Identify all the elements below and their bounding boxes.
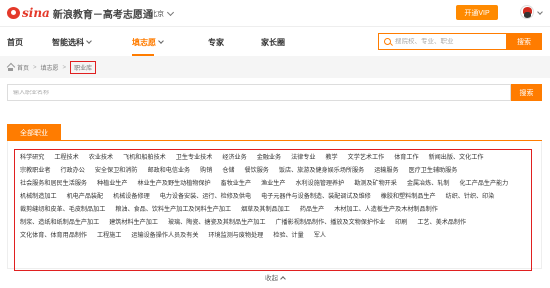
breadcrumb-bar: 首页 > 填志愿 > 职业库 — [0, 56, 550, 78]
job-category-item[interactable]: 渔业生产 — [261, 177, 285, 190]
job-category-item[interactable]: 种植业生产 — [97, 177, 127, 190]
top-bar: sina 新浪教育－高考志愿通 北京 开通VIP — [0, 0, 550, 26]
avatar[interactable] — [520, 5, 534, 19]
job-category-item[interactable]: 机械设备修理 — [113, 190, 150, 203]
logo-title: 新浪教育－高考志愿通 — [52, 9, 153, 21]
collapse-toggle[interactable]: 收起 — [0, 272, 550, 282]
job-category-item[interactable]: 邮政和电信业务 — [148, 164, 191, 177]
job-category-item[interactable]: 电力设备安装、运行、检修及供电 — [160, 190, 251, 203]
job-search-box — [7, 84, 511, 101]
jobs-list: 科学研究 工程技术 农业技术 飞机和船舶技术 卫生专业技术 经济业务 金融业务 法律专业 教学文… — [20, 151, 528, 242]
job-category-item[interactable]: 餐饮服务 — [245, 164, 269, 177]
job-category-item[interactable]: 医疗卫生辅助服务 — [409, 164, 458, 177]
job-category-item[interactable]: 药品生产 — [300, 203, 324, 216]
job-category-item[interactable]: 水利设施管理养护 — [295, 177, 344, 190]
job-category-item[interactable]: 运输服务 — [374, 164, 398, 177]
job-category-item[interactable]: 购销 — [200, 164, 212, 177]
job-category-item[interactable]: 文学艺术工作 — [348, 151, 385, 164]
chevron-down-icon[interactable] — [537, 9, 543, 15]
global-search-button[interactable]: 搜索 — [506, 33, 542, 50]
breadcrumb-volunteer[interactable]: 填志愿 — [41, 63, 59, 72]
nav-volunteer-label: 填志愿 — [132, 38, 156, 47]
chevron-down-icon — [166, 8, 175, 17]
job-category-item[interactable]: 工程施工 — [97, 229, 121, 242]
breadcrumb-home[interactable]: 首页 — [17, 63, 29, 72]
job-category-item[interactable]: 行政办公 — [60, 164, 84, 177]
nav-volunteer[interactable]: 填志愿 — [132, 37, 164, 48]
nav-subject-select-label: 智能选科 — [52, 38, 84, 47]
job-category-item[interactable]: 飞机和船舶技术 — [123, 151, 166, 164]
global-search — [378, 33, 506, 50]
global-search-input[interactable] — [395, 38, 500, 45]
job-category-item[interactable]: 农业技术 — [89, 151, 113, 164]
nav-experts[interactable]: 专家 — [208, 37, 224, 48]
job-category-item[interactable]: 安全保卫和消防 — [95, 164, 138, 177]
city-selector[interactable]: 北京 — [150, 8, 175, 19]
job-category-item[interactable]: 金融业务 — [257, 151, 281, 164]
tab-all-jobs[interactable]: 全部职业 — [7, 124, 61, 141]
city-label: 北京 — [150, 11, 164, 18]
job-category-item[interactable]: 玻璃、陶瓷、搪瓷及其制品生产加工 — [168, 216, 266, 229]
job-category-item[interactable]: 工程技术 — [54, 151, 78, 164]
nav-parents[interactable]: 家长圈 — [261, 37, 285, 48]
job-category-item[interactable]: 机械制造加工 — [20, 190, 57, 203]
job-category-item[interactable]: 金属冶炼、轧制 — [407, 177, 450, 190]
job-category-item[interactable]: 制浆、造纸和纸制品生产加工 — [20, 216, 99, 229]
job-category-item[interactable]: 建筑材料生产加工 — [109, 216, 158, 229]
chevron-up-icon — [280, 276, 286, 282]
job-category-item[interactable]: 卫生专业技术 — [176, 151, 213, 164]
vip-button[interactable]: 开通VIP — [456, 5, 498, 20]
chevron-down-icon — [86, 38, 92, 44]
job-category-item[interactable]: 电子元器件与设备制造、装配调试及维修 — [261, 190, 371, 203]
job-category-item[interactable]: 体育工作 — [394, 151, 418, 164]
job-category-item[interactable]: 仓储 — [222, 164, 234, 177]
job-category-item[interactable]: 工艺、美术品制作 — [417, 216, 466, 229]
job-category-item[interactable]: 社会服务和居民生活服务 — [20, 177, 87, 190]
job-category-item[interactable]: 文化体育、体育用品制作 — [20, 229, 87, 242]
job-category-item[interactable]: 机电产品装配 — [67, 190, 104, 203]
job-category-item[interactable]: 运输设备操作人员及有关 — [131, 229, 198, 242]
job-category-item[interactable]: 粮油、食品、饮料生产加工及饲料生产加工 — [115, 203, 231, 216]
job-category-item[interactable]: 纺织、针织、印染 — [446, 190, 495, 203]
job-category-item[interactable]: 木材加工、人造板生产及木材制品制作 — [334, 203, 438, 216]
job-search-button[interactable]: 搜索 — [511, 84, 542, 101]
nav-subject-select[interactable]: 智能选科 — [52, 37, 92, 48]
job-category-item[interactable]: 环境监测与废物处理 — [208, 229, 263, 242]
job-category-item[interactable]: 科学研究 — [20, 151, 44, 164]
collapse-label: 收起 — [265, 275, 278, 282]
job-category-item[interactable]: 饭店、旅游及健身娱乐场所服务 — [279, 164, 364, 177]
job-category-item[interactable]: 新闻出版、文化工作 — [429, 151, 484, 164]
job-category-item[interactable]: 宗教职业者 — [20, 164, 50, 177]
job-category-item[interactable]: 广播影视制品制作、播放及文物保护作业 — [275, 216, 385, 229]
job-category-item[interactable]: 裁剪缝纫和皮革、毛皮制品加工 — [20, 203, 105, 216]
nav-home[interactable]: 首页 — [7, 37, 23, 48]
job-category-item[interactable]: 教学 — [325, 151, 337, 164]
sina-eye-icon — [7, 7, 20, 19]
home-icon — [7, 65, 14, 71]
logo-sina-text: sina — [22, 6, 50, 20]
job-category-item[interactable]: 化工产品生产能力 — [460, 177, 509, 190]
job-category-item[interactable]: 法律专业 — [291, 151, 315, 164]
job-category-item[interactable]: 畜牧业生产 — [221, 177, 251, 190]
job-category-item[interactable]: 勘测及矿物开采 — [354, 177, 397, 190]
nav-parents-label: 家长圈 — [261, 38, 285, 47]
job-category-item[interactable]: 橡胶和塑料制品生产 — [381, 190, 436, 203]
job-category-item[interactable]: 烟草及其制品加工 — [241, 203, 290, 216]
job-category-item[interactable]: 经济业务 — [222, 151, 246, 164]
nav-home-label: 首页 — [7, 38, 23, 47]
job-search-input[interactable] — [13, 89, 503, 96]
search-icon — [384, 38, 391, 45]
breadcrumb-separator: > — [62, 64, 67, 71]
nav-experts-label: 专家 — [208, 38, 224, 47]
job-category-item[interactable]: 军人 — [314, 229, 326, 242]
breadcrumb-separator: > — [33, 64, 37, 71]
breadcrumb-current: 职业库 — [70, 61, 97, 74]
site-logo[interactable]: sina 新浪教育－高考志愿通 — [7, 5, 153, 21]
chevron-down-icon — [158, 38, 164, 44]
breadcrumb: 首页 > 填志愿 > 职业库 — [7, 61, 97, 74]
job-category-item[interactable]: 林业生产及野生动植物保护 — [138, 177, 211, 190]
job-category-item[interactable]: 检验、计量 — [273, 229, 303, 242]
job-category-item[interactable]: 印刷 — [395, 216, 407, 229]
